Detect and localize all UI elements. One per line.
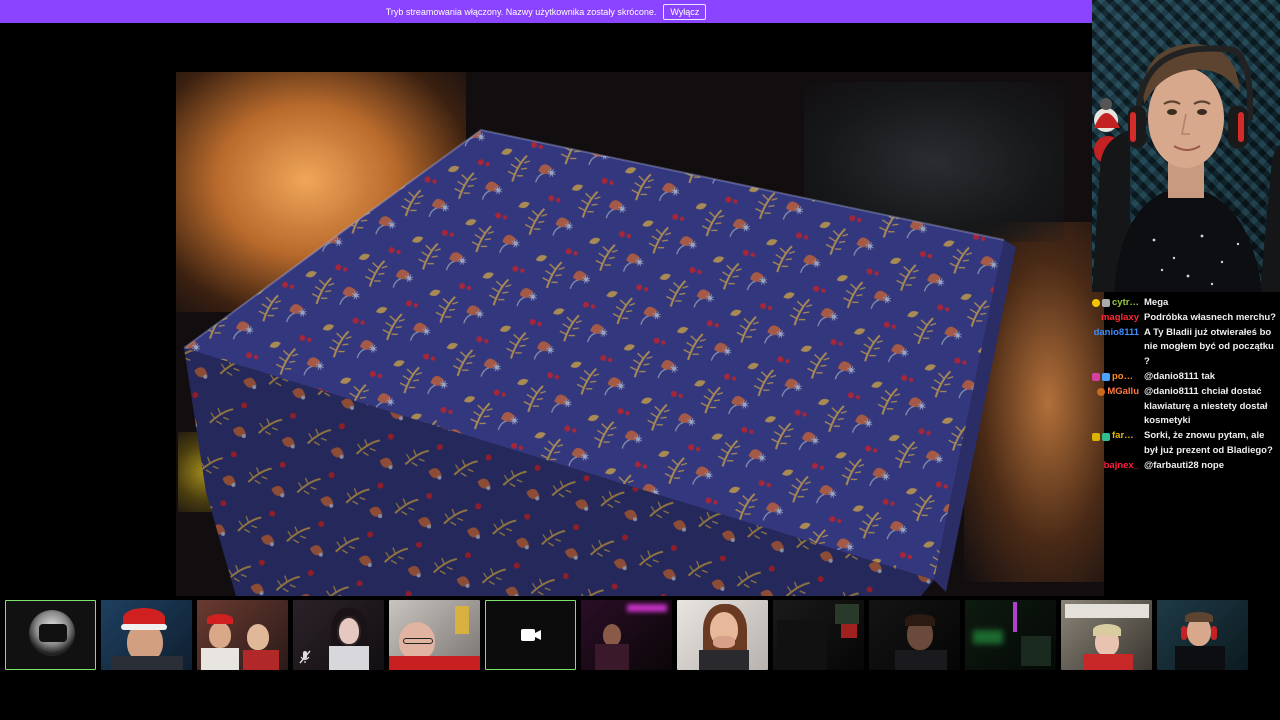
- neon-strip: [1013, 602, 1017, 632]
- chat-message: danio8111 A Ty Bladii już otwierałeś bo …: [1092, 326, 1280, 370]
- chat-message: maglaxy Podróbka własnech merchu?: [1092, 311, 1280, 326]
- shoulders: [111, 656, 183, 670]
- streamer-facecam[interactable]: [1092, 0, 1280, 292]
- chat-username[interactable]: bajnex_: [1104, 459, 1139, 474]
- avatar-mask: [39, 624, 67, 642]
- chat-username[interactable]: danio8111: [1094, 326, 1139, 341]
- green-light: [973, 630, 1003, 644]
- chat-username[interactable]: farbauti28: [1112, 429, 1139, 444]
- hat-trim: [121, 624, 167, 630]
- chat-username[interactable]: pomaranc...: [1112, 370, 1139, 385]
- chat-message: farbauti28 Sorki, że znowu pytam, ale by…: [1092, 429, 1280, 459]
- santa-hat: [207, 614, 233, 624]
- chat-username[interactable]: maglaxy: [1101, 311, 1139, 326]
- emoji-badge-icon: [1092, 299, 1100, 308]
- shirt: [329, 646, 369, 670]
- sweater: [243, 650, 279, 670]
- thumb-christmas-couple[interactable]: [197, 600, 288, 670]
- streamer-portrait: [1092, 43, 1280, 292]
- shirt: [1175, 646, 1225, 670]
- thumb-santa-hat-streamer[interactable]: [101, 600, 192, 670]
- shelf: [835, 604, 859, 624]
- chat-username[interactable]: cytrus73: [1112, 296, 1139, 311]
- face: [247, 624, 269, 650]
- face: [339, 618, 359, 644]
- gift-badge-icon: [1102, 432, 1110, 441]
- shelf: [1065, 604, 1149, 618]
- streaming-mode-banner: Tryb streamowania włączony. Nazwy użytko…: [0, 0, 1092, 23]
- thumb-dark-room[interactable]: [773, 600, 864, 670]
- hands: [713, 636, 735, 648]
- chat-message: MGallu @danio8111 chciał dostać klawiatu…: [1092, 385, 1280, 429]
- chat-message: bajnex_ @farbauti28 nope: [1092, 459, 1280, 474]
- face: [209, 622, 231, 648]
- chat-message-text: A Ty Bladii już otwierałeś bo nie mogłem…: [1144, 326, 1274, 368]
- chat-message: cytrus73 Mega: [1092, 296, 1280, 311]
- face: [603, 624, 621, 646]
- neon-light: [627, 604, 667, 612]
- chair: [777, 620, 827, 670]
- chat-message-text: @farbauti28 nope: [1144, 459, 1224, 471]
- chat-message-text: @danio8111 tak: [1144, 370, 1216, 382]
- thumb-laughing-streamer[interactable]: [677, 600, 768, 670]
- thumb-muted-streamer[interactable]: [293, 600, 384, 670]
- mic-muted-icon: [299, 650, 311, 664]
- banner-text: Tryb streamowania włączony. Nazwy użytko…: [385, 6, 657, 17]
- chat-message: pomaranc... @danio8111 tak: [1092, 370, 1280, 385]
- bits-badge-icon: [1092, 432, 1100, 441]
- chat-message-text: Mega: [1144, 297, 1169, 308]
- thumb-bald-streamer[interactable]: [389, 600, 480, 670]
- thumb-blonde-streamer[interactable]: [1061, 600, 1152, 670]
- chat-username[interactable]: MGallu: [1107, 385, 1139, 400]
- chat-overlay: cytrus73 Mega maglaxy Podróbka własnech …: [1092, 296, 1280, 474]
- sweater: [201, 648, 239, 670]
- disable-streaming-mode-button[interactable]: Wyłącz: [663, 3, 707, 20]
- thumb-green-room[interactable]: [965, 600, 1056, 670]
- chat-message-text: @danio8111 chciał dostać klawiaturę a ni…: [1144, 385, 1268, 427]
- thumb-neon-room[interactable]: [581, 600, 672, 670]
- chat-message-text: Podróbka własnech merchu?: [1144, 311, 1276, 323]
- chat-message-text: Sorki, że znowu pytam, ale był już preze…: [1144, 430, 1273, 456]
- guest-stream-strip: [5, 600, 1248, 670]
- shirt: [389, 656, 480, 670]
- hair: [1185, 612, 1213, 622]
- gift-box-image: [183, 128, 1016, 596]
- thumb-dim-streamer[interactable]: [869, 600, 960, 670]
- chair: [1021, 636, 1051, 666]
- shoulders: [595, 644, 629, 670]
- glasses: [403, 638, 433, 644]
- trophy: [455, 606, 469, 634]
- thumb-avatar-bw[interactable]: [5, 600, 96, 670]
- headset: [1211, 626, 1217, 640]
- shirt: [699, 650, 749, 670]
- decoration: [841, 624, 857, 638]
- hair: [1093, 624, 1121, 636]
- shoulders: [895, 650, 947, 670]
- speaker-badge-icon: [1102, 299, 1110, 308]
- camera-icon: [521, 629, 541, 641]
- hair: [905, 614, 935, 626]
- leaf-badge-icon: [1097, 388, 1106, 397]
- thumb-headset-streamer[interactable]: [1157, 600, 1248, 670]
- shirt: [1083, 654, 1133, 670]
- headset: [1181, 626, 1187, 640]
- heart-badge-icon: [1092, 373, 1100, 382]
- main-stream-video[interactable]: [176, 72, 1104, 596]
- thumb-camera-off[interactable]: [485, 600, 576, 670]
- gift-badge-icon: [1102, 373, 1110, 382]
